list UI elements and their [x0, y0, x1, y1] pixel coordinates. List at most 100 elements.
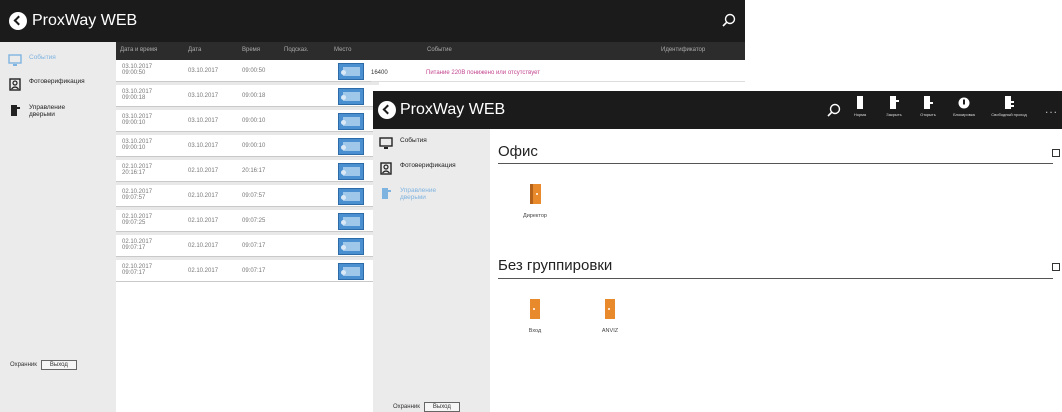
sidebar-item-label: Фотоверификация — [400, 162, 456, 169]
time-cell: 09:00:18 — [242, 93, 266, 99]
datetime-cell: 02.10.2017 09:07:17 — [122, 239, 153, 251]
table-row[interactable]: 03.10.2017 09:00:18 03.10.2017 09:00:18 — [116, 85, 379, 107]
door-label: Вход — [528, 328, 542, 334]
group-title: Офис — [498, 143, 538, 160]
date-cell: 02.10.2017 — [188, 218, 219, 224]
app-header: ProxWay WEB Норма Закрыть Открыть Блокир… — [373, 91, 1062, 129]
sidebar-item-events[interactable]: События — [379, 137, 427, 150]
session-controls: Охранник Выход — [393, 402, 460, 412]
column-header[interactable]: Дата — [188, 47, 201, 53]
sidebar-item-door-control[interactable]: Управление дверьми — [8, 104, 89, 118]
group-select-checkbox[interactable] — [1052, 149, 1060, 157]
search-icon[interactable] — [722, 13, 736, 27]
date-cell: 02.10.2017 — [188, 268, 219, 274]
more-options-button[interactable]: ... — [1045, 102, 1058, 116]
sidebar-item-label: Управление дверьми — [29, 104, 66, 118]
sidebar-item-label: Фотоверификация — [29, 78, 85, 85]
door-open-button[interactable]: Открыть — [911, 96, 945, 124]
logout-button[interactable]: Выход — [423, 402, 460, 412]
search-icon[interactable] — [827, 103, 841, 117]
table-row[interactable]: 02.10.2017 09:07:25 02.10.2017 09:07:25 — [116, 210, 379, 232]
door-groups-panel: Офис Директор Без группировки Вход ANVIZ — [490, 129, 1062, 412]
door-normal-button[interactable]: Норма — [843, 96, 877, 124]
logout-button[interactable]: Выход — [40, 360, 77, 370]
datetime-cell: 02.10.2017 09:07:57 — [122, 189, 153, 201]
date-cell: 02.10.2017 — [188, 243, 219, 249]
time-cell: 09:07:57 — [242, 193, 266, 199]
door-open-icon — [924, 96, 933, 109]
sidebar-item-door-control[interactable]: Управление дверьми — [379, 187, 460, 201]
column-header[interactable]: Место — [334, 47, 351, 53]
door-normal-icon — [857, 96, 863, 109]
time-cell: 09:07:17 — [242, 243, 266, 249]
column-header[interactable]: Дата и время — [120, 47, 157, 53]
events-table-header: Дата и время Дата Время Подсказ. Место — [116, 42, 371, 60]
group-title: Без группировки — [498, 257, 613, 274]
datetime-cell: 03.10.2017 09:00:10 — [122, 139, 153, 151]
time-cell: 09:00:10 — [242, 118, 266, 124]
screenshot-stage: ProxWay WEB События Фотоверификация Упра… — [0, 0, 1062, 412]
table-row[interactable]: 02.10.2017 20:16:17 02.10.2017 20:16:17 — [116, 160, 379, 182]
toolbar-label: Норма — [853, 112, 867, 117]
photo-id-icon — [9, 78, 21, 91]
sidebar-item-photo-verification[interactable]: Фотоверификация — [379, 162, 456, 175]
door-close-icon — [890, 96, 899, 109]
door-closed-icon — [530, 299, 540, 319]
column-header[interactable]: Время — [242, 47, 260, 53]
door-tile[interactable]: Директор — [505, 184, 565, 219]
app-header: ProxWay WEB — [0, 0, 745, 42]
photo-thumbnail[interactable] — [338, 213, 364, 230]
photo-thumbnail[interactable] — [338, 138, 364, 155]
table-row[interactable]: 03.10.2017 09:00:50 03.10.2017 09:00:50 — [116, 60, 379, 82]
door-control-window: ProxWay WEB Норма Закрыть Открыть Блокир… — [373, 91, 1062, 412]
photo-thumbnail[interactable] — [338, 263, 364, 280]
door-tile[interactable]: ANVIZ — [580, 299, 640, 334]
monitor-icon — [8, 54, 22, 66]
sidebar-item-label: Управление дверьми — [400, 187, 437, 201]
app-logo-icon — [378, 101, 396, 119]
table-row[interactable]: 02.10.2017 09:07:57 02.10.2017 09:07:57 — [116, 185, 379, 207]
block-button[interactable]: Блокировка — [947, 96, 981, 124]
sidebar-item-photo-verification[interactable]: Фотоверификация — [8, 78, 85, 91]
column-header[interactable]: Подсказ. — [284, 47, 308, 53]
table-row[interactable]: 02.10.2017 09:07:17 02.10.2017 09:07:17 — [116, 260, 379, 282]
column-header[interactable]: Идентификатор — [661, 47, 705, 53]
table-row[interactable]: 02.10.2017 09:07:17 02.10.2017 09:07:17 — [116, 235, 379, 257]
event-log-row[interactable]: 16400 Питание 220В понижено или отсутств… — [371, 68, 745, 82]
date-cell: 03.10.2017 — [188, 118, 219, 124]
date-cell: 02.10.2017 — [188, 193, 219, 199]
toolbar-label: Открыть — [920, 112, 936, 117]
toolbar-label: Блокировка — [953, 112, 975, 117]
photo-thumbnail[interactable] — [338, 188, 364, 205]
user-role-label: Охранник — [393, 404, 420, 410]
door-control-icon — [11, 105, 20, 116]
user-role-label: Охранник — [10, 362, 37, 368]
event-text: Питание 220В понижено или отсутствует — [426, 70, 541, 76]
table-row[interactable]: 03.10.2017 09:00:10 03.10.2017 09:00:10 — [116, 135, 379, 157]
column-header[interactable]: Событие — [427, 47, 452, 53]
date-cell: 02.10.2017 — [188, 168, 219, 174]
photo-id-icon — [380, 162, 392, 175]
group-select-checkbox[interactable] — [1052, 263, 1060, 271]
photo-thumbnail[interactable] — [338, 113, 364, 130]
photo-thumbnail[interactable] — [338, 88, 364, 105]
table-row[interactable]: 03.10.2017 09:00:10 03.10.2017 09:00:10 — [116, 110, 379, 132]
monitor-icon — [379, 137, 393, 149]
free-pass-button[interactable]: Свободный проход — [987, 96, 1031, 124]
door-close-button[interactable]: Закрыть — [877, 96, 911, 124]
datetime-cell: 03.10.2017 09:00:18 — [122, 89, 153, 101]
time-cell: 09:07:17 — [242, 268, 266, 274]
door-label: ANVIZ — [601, 328, 619, 334]
sidebar-item-events[interactable]: События — [8, 54, 56, 67]
door-control-icon — [382, 188, 391, 199]
door-tile[interactable]: Вход — [505, 299, 565, 334]
photo-thumbnail[interactable] — [338, 238, 364, 255]
sidebar-item-label: События — [29, 54, 56, 61]
group-divider — [498, 163, 1053, 164]
time-cell: 09:00:50 — [242, 68, 266, 74]
photo-thumbnail[interactable] — [338, 163, 364, 180]
free-pass-icon — [1005, 96, 1014, 109]
app-title: ProxWay WEB — [400, 101, 506, 118]
app-title: ProxWay WEB — [32, 12, 138, 29]
photo-thumbnail[interactable] — [338, 63, 364, 80]
